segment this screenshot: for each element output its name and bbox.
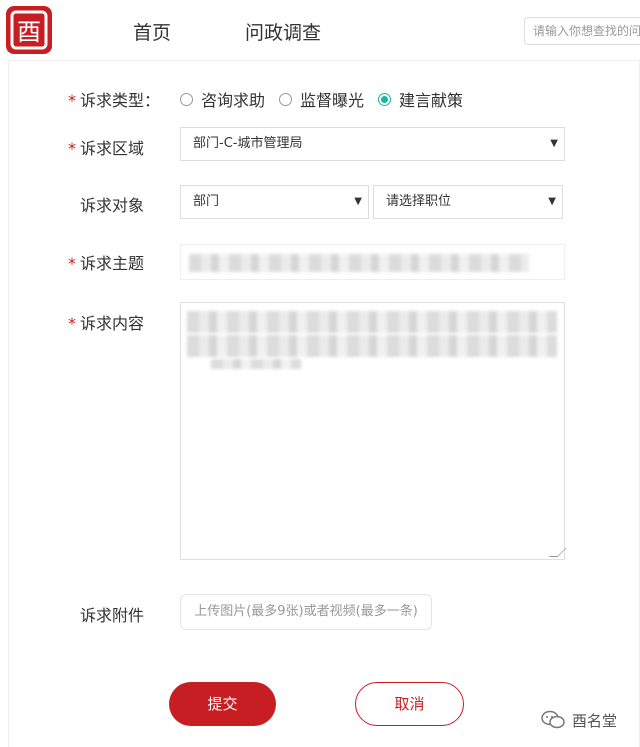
region-label: 诉求区域	[80, 139, 145, 158]
target-dept-select[interactable]: 部门 ▼	[180, 185, 369, 219]
attachment-upload-button[interactable]: 上传图片(最多9张)或者视频(最多一条)	[180, 594, 432, 630]
logo[interactable]: 酉	[6, 6, 52, 54]
redacted-text	[187, 311, 557, 333]
submit-button[interactable]: 提交	[169, 682, 276, 726]
radio-label: 建言献策	[399, 91, 464, 110]
content-label: 诉求内容	[80, 314, 145, 333]
wechat-icon	[541, 710, 565, 729]
target-dept-value: 部门	[193, 194, 220, 209]
radio-circle-selected[interactable]	[378, 92, 392, 106]
top-navbar: 酉 首页 问政调查	[0, 0, 640, 60]
subject-label: 诉求主题	[80, 254, 145, 273]
required-mark: *	[68, 314, 76, 333]
dropdown-arrow-icon: ▼	[354, 196, 362, 207]
type-label-row: * 诉求类型：	[68, 87, 160, 111]
content-label-row: * 诉求内容	[68, 310, 144, 334]
logo-seal-icon: 酉	[10, 10, 48, 50]
watermark: 酉名堂	[540, 709, 617, 731]
dropdown-arrow-icon: ▼	[550, 138, 558, 149]
redacted-text	[211, 359, 301, 369]
radio-label: 监督曝光	[300, 91, 365, 110]
required-mark: *	[68, 91, 76, 110]
target-position-select[interactable]: 请选择职位 ▼	[373, 185, 563, 219]
radio-circle[interactable]	[180, 92, 193, 106]
dropdown-arrow-icon: ▼	[548, 196, 556, 207]
target-position-value: 请选择职位	[386, 194, 452, 209]
radio-suggest[interactable]: 建言献策	[378, 87, 463, 111]
attachment-label: 诉求附件	[80, 606, 145, 625]
redacted-text	[187, 335, 557, 357]
search-input[interactable]	[524, 17, 640, 45]
nav-home[interactable]: 首页	[133, 18, 171, 45]
subject-input[interactable]	[180, 244, 565, 280]
radio-supervise[interactable]: 监督曝光	[279, 87, 364, 111]
radio-circle[interactable]	[279, 92, 293, 106]
region-select[interactable]: 部门-C-城市管理局 ▼	[180, 127, 565, 161]
region-select-value: 部门-C-城市管理局	[193, 136, 303, 151]
watermark-text: 酉名堂	[572, 711, 618, 730]
resize-handle-icon[interactable]	[548, 548, 567, 557]
radio-label: 咨询求助	[201, 91, 266, 110]
type-radio-group: 咨询求助 监督曝光 建言献策	[180, 87, 477, 111]
redacted-text	[189, 254, 529, 272]
subject-label-row: * 诉求主题	[68, 250, 144, 274]
nav-survey[interactable]: 问政调查	[245, 18, 321, 45]
region-label-row: * 诉求区域	[68, 135, 144, 159]
cancel-button[interactable]: 取消	[355, 682, 464, 726]
required-mark: *	[68, 139, 76, 158]
required-mark: *	[68, 254, 76, 273]
svg-text:酉: 酉	[17, 18, 41, 46]
target-label: 诉求对象	[80, 196, 145, 215]
content-textarea[interactable]	[180, 302, 567, 560]
type-label: 诉求类型：	[80, 91, 161, 110]
radio-consult[interactable]: 咨询求助	[180, 87, 265, 111]
